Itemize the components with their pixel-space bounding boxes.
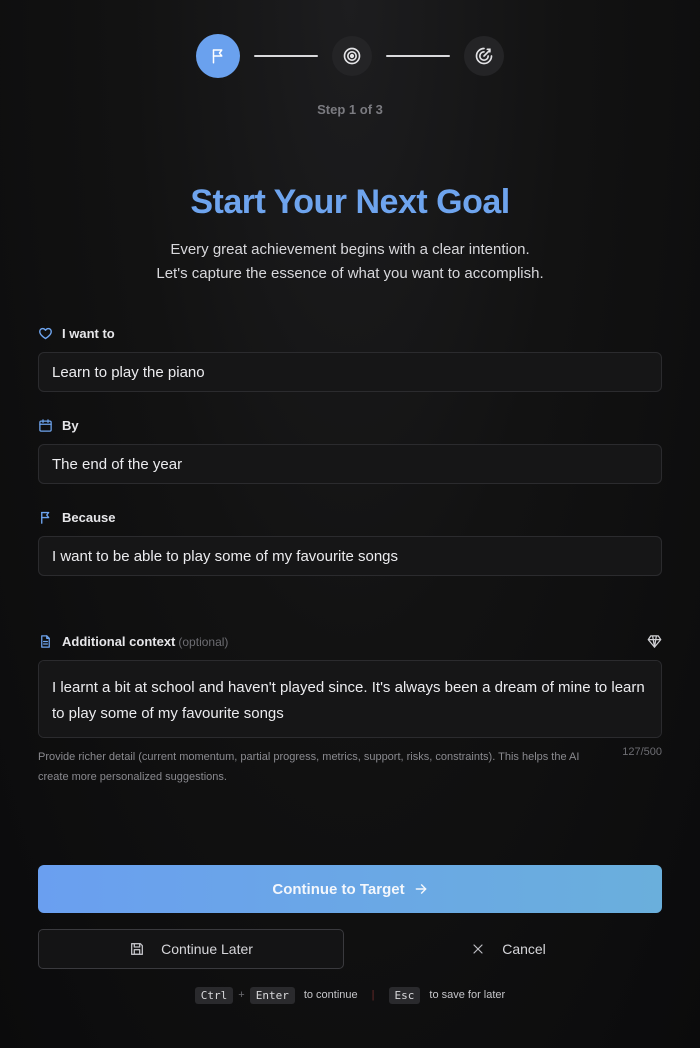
target-icon (343, 47, 361, 65)
step-counter: Step 1 of 3 (317, 102, 383, 117)
step-3-plan[interactable] (464, 36, 504, 76)
by-label: By (38, 418, 79, 433)
step-1-goal[interactable] (196, 34, 240, 78)
continue-later-button[interactable]: Continue Later (38, 929, 344, 969)
optional-tag: (optional) (178, 634, 229, 649)
page-subtitle: Every great achievement begins with a cl… (0, 238, 700, 286)
cancel-label: Cancel (502, 941, 546, 957)
want-label: I want to (38, 326, 115, 341)
step-connector (254, 55, 318, 57)
continue-later-label: Continue Later (161, 941, 253, 957)
context-help-text: Provide richer detail (current momentum,… (38, 751, 580, 783)
by-input[interactable] (38, 444, 662, 484)
character-count: 127/500 (622, 746, 662, 758)
document-icon (41, 635, 50, 648)
want-input[interactable] (38, 352, 662, 392)
chart-icon (475, 47, 493, 65)
enter-key: Enter (249, 986, 295, 1004)
because-label: Because (38, 510, 115, 525)
esc-key: Esc (388, 986, 421, 1004)
save-icon (131, 943, 144, 955)
cancel-button[interactable]: Cancel (356, 929, 662, 969)
close-icon (473, 944, 483, 954)
page-title: Start Your Next Goal (190, 183, 510, 221)
flag-icon (41, 511, 50, 524)
flag-icon (212, 49, 223, 64)
context-textarea[interactable]: I learnt a bit at school and haven't pla… (38, 660, 662, 738)
arrow-right-icon (415, 884, 426, 894)
want-label-text: I want to (62, 326, 115, 341)
because-input[interactable] (38, 536, 662, 576)
calendar-icon (39, 419, 52, 432)
heart-icon (39, 327, 52, 340)
save-later-hint: to save for later (429, 989, 506, 1001)
step-2-target[interactable] (332, 36, 372, 76)
subtitle-line-2: Let's capture the essence of what you wa… (156, 265, 544, 282)
gem-icon[interactable] (647, 634, 662, 649)
step-connector (386, 55, 450, 57)
continue-to-target-button[interactable]: Continue to Target (38, 865, 662, 913)
continue-hint: to continue (303, 989, 358, 1001)
subtitle-line-1: Every great achievement begins with a cl… (170, 241, 530, 258)
context-label: Additional context (optional) (38, 634, 228, 649)
shortcut-separator: | (371, 989, 375, 1001)
keyboard-shortcuts: Ctrl + Enter to continue | Esc to save f… (0, 985, 700, 1005)
ctrl-key: Ctrl (194, 986, 234, 1004)
because-label-text: Because (62, 510, 116, 525)
plus-sign: + (238, 989, 245, 1001)
context-label-text: Additional context (62, 634, 176, 649)
progress-stepper (0, 34, 700, 78)
continue-label: Continue to Target (272, 880, 405, 898)
by-label-text: By (62, 418, 79, 433)
